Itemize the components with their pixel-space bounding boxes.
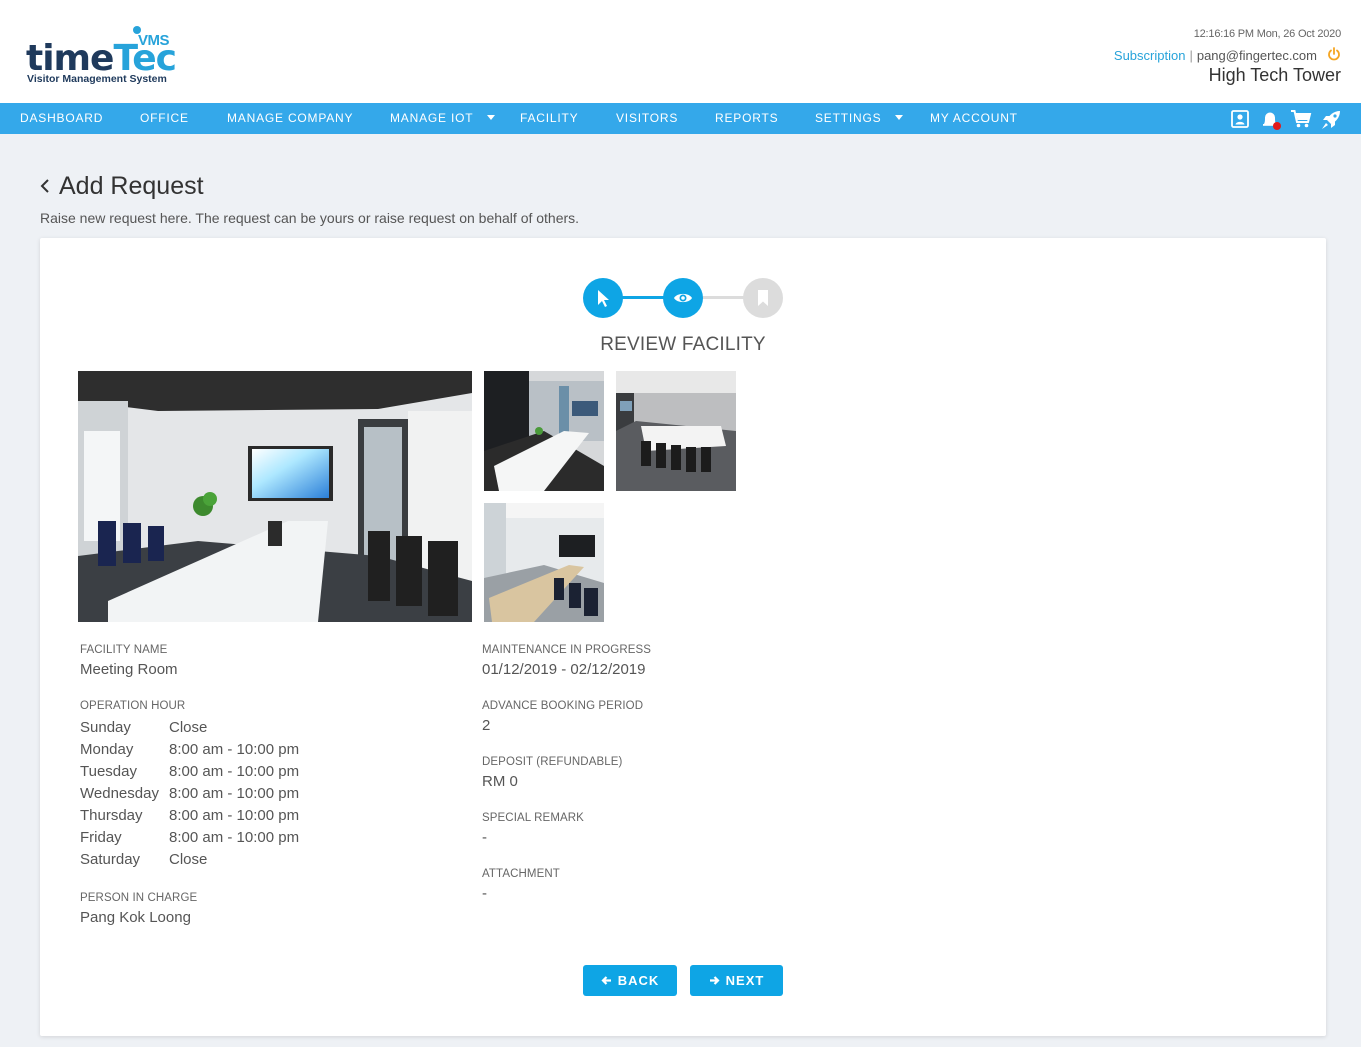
logo-subtitle: Visitor Management System xyxy=(27,73,167,85)
operation-time: 8:00 am - 10:00 pm xyxy=(169,763,300,780)
building-name: High Tech Tower xyxy=(1208,65,1341,85)
separator: | xyxy=(1189,48,1193,63)
nav-visitors[interactable]: VISITORS xyxy=(616,103,678,134)
back-chevron-icon[interactable] xyxy=(40,178,50,194)
arrow-left-icon xyxy=(601,976,611,985)
facility-thumbnail[interactable] xyxy=(484,503,604,622)
nav-manage-iot-label: MANAGE IOT xyxy=(390,111,474,125)
page-subtitle: Raise new request here. The request can … xyxy=(40,210,580,226)
current-step-label: REVIEW FACILITY xyxy=(600,334,766,355)
subscription-link[interactable]: Subscription xyxy=(1114,48,1186,63)
eye-icon xyxy=(674,293,692,303)
attachment-value: - xyxy=(482,885,487,902)
timetec-vms-logo[interactable]: VMS timeTec Visitor Management System xyxy=(26,24,186,90)
maintenance-label: MAINTENANCE IN PROGRESS xyxy=(482,644,652,656)
special-remark-label: SPECIAL REMARK xyxy=(482,812,584,824)
chevron-down-icon xyxy=(895,115,904,121)
step-confirm xyxy=(743,278,783,318)
advance-booking-label: ADVANCE BOOKING PERIOD xyxy=(482,700,644,712)
operation-day: Friday xyxy=(80,829,122,846)
operation-day: Monday xyxy=(80,741,134,758)
rocket-icon[interactable] xyxy=(1320,109,1340,129)
facility-thumbnail[interactable] xyxy=(484,371,604,491)
operation-day: Saturday xyxy=(80,851,141,868)
operation-time: 8:00 am - 10:00 pm xyxy=(169,741,300,758)
main-facility-photo[interactable] xyxy=(78,371,472,622)
user-line: Subscription | pang@fingertec.com xyxy=(1114,46,1341,63)
app-header: VMS timeTec Visitor Management System 12… xyxy=(0,0,1361,103)
power-icon[interactable] xyxy=(1327,46,1341,61)
facility-thumbnail[interactable] xyxy=(616,371,736,491)
facility-name: Meeting Room xyxy=(80,661,178,678)
operation-day: Thursday xyxy=(80,807,143,824)
facility-name-label: FACILITY NAME xyxy=(80,644,168,656)
special-remark: - xyxy=(482,829,487,846)
operation-time: Close xyxy=(169,719,208,736)
user-email[interactable]: pang@fingertec.com xyxy=(1197,48,1317,63)
nav-facility[interactable]: FACILITY xyxy=(520,103,578,134)
cart-icon[interactable] xyxy=(1290,109,1312,129)
operation-time: 8:00 am - 10:00 pm xyxy=(169,807,300,824)
back-button[interactable]: BACK xyxy=(583,965,677,996)
nav-office[interactable]: OFFICE xyxy=(140,103,189,134)
operation-day: Wednesday xyxy=(80,785,159,802)
main-nav: DASHBOARD OFFICE MANAGE COMPANY MANAGE I… xyxy=(0,103,1361,134)
back-button-label: BACK xyxy=(617,973,660,988)
nav-manage-company[interactable]: MANAGE COMPANY xyxy=(227,103,353,134)
deposit-label: DEPOSIT (REFUNDABLE) xyxy=(482,756,623,768)
maintenance-period: 01/12/2019 - 02/12/2019 xyxy=(482,661,646,678)
attachment-label: ATTACHMENT xyxy=(482,868,560,880)
step-review[interactable] xyxy=(663,278,703,318)
header-user-panel: 12:16:16 PM Mon, 26 Oct 2020 Subscriptio… xyxy=(1114,28,1341,86)
bookmark-icon xyxy=(758,290,768,306)
contact-card-icon[interactable] xyxy=(1230,109,1250,129)
step-select[interactable] xyxy=(583,278,623,318)
select-pointer-icon xyxy=(598,290,609,307)
next-button-label: NEXT xyxy=(725,973,765,988)
page-title: Add Request xyxy=(59,172,204,200)
nav-reports[interactable]: REPORTS xyxy=(715,103,778,134)
deposit-value: RM 0 xyxy=(482,773,518,790)
person-in-charge: Pang Kok Loong xyxy=(80,909,191,926)
nav-dashboard[interactable]: DASHBOARD xyxy=(20,103,103,134)
nav-settings-label: SETTINGS xyxy=(815,111,882,125)
nav-settings[interactable]: SETTINGS xyxy=(815,103,904,134)
operation-day: Sunday xyxy=(80,719,131,736)
review-facility-card: REVIEW FACILITY FACILITY NAME Meeting Ro… xyxy=(40,238,1326,1036)
operation-day: Tuesday xyxy=(80,763,137,780)
operation-time: Close xyxy=(169,851,208,868)
chevron-down-icon xyxy=(487,115,496,121)
nav-my-account[interactable]: MY ACCOUNT xyxy=(930,103,1018,134)
nav-manage-iot[interactable]: MANAGE IOT xyxy=(390,103,496,134)
person-in-charge-label: PERSON IN CHARGE xyxy=(80,892,198,904)
operation-time: 8:00 am - 10:00 pm xyxy=(169,829,300,846)
advance-booking-period: 2 xyxy=(482,717,491,734)
operation-hour-label: OPERATION HOUR xyxy=(80,700,186,712)
arrow-right-icon xyxy=(709,976,720,985)
next-button[interactable]: NEXT xyxy=(690,965,783,996)
clock: 12:16:16 PM Mon, 26 Oct 2020 xyxy=(1193,28,1341,40)
notification-bell-icon[interactable] xyxy=(1260,109,1281,130)
operation-time: 8:00 am - 10:00 pm xyxy=(169,785,300,802)
